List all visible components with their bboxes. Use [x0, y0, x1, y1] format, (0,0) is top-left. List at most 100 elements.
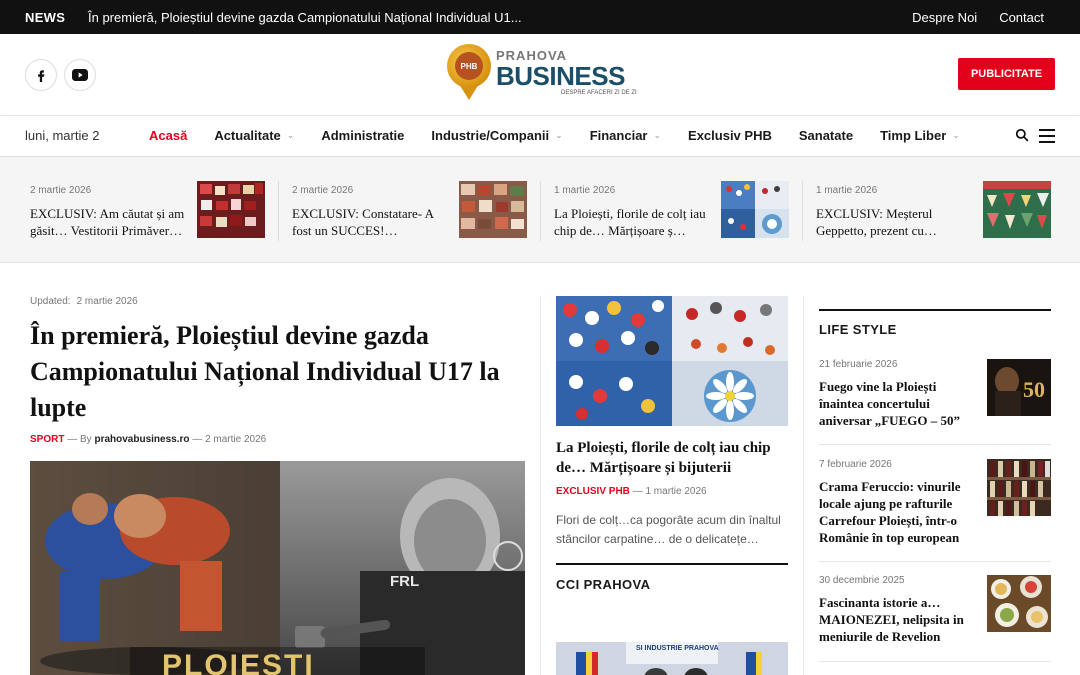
divider	[819, 561, 1051, 562]
youtube-icon	[72, 69, 88, 81]
top-links: Despre Noi Contact	[912, 10, 1044, 25]
nav-label: Exclusiv PHB	[688, 128, 772, 143]
post-title[interactable]: Crama Feruccio: vinurile locale ajung pe…	[819, 478, 977, 546]
post-thumbnail[interactable]	[721, 181, 789, 238]
post-title[interactable]: Fuego vine la Ploiești înaintea concertu…	[819, 378, 977, 429]
hero-shirt-text: FRL	[390, 573, 419, 590]
sidebar-post[interactable]: 7 februarie 2026 Crama Feruccio: vinuril…	[819, 459, 1051, 546]
article-title[interactable]: În premieră, Ploieștiul devine gazda Cam…	[30, 318, 525, 426]
column-divider	[803, 296, 804, 675]
cci-caption: SI INDUSTRIE PRAHOVA	[636, 645, 719, 652]
chevron-down-icon: ⌄	[555, 130, 563, 140]
divider	[819, 444, 1051, 445]
meta-separator: —	[67, 434, 81, 445]
divider	[819, 661, 1051, 662]
facebook-icon	[38, 70, 45, 82]
post-title[interactable]: Fascinanta istorie a… MAIONEZEI, nelipsi…	[819, 594, 977, 645]
updated-label: Updated:	[30, 296, 71, 307]
post-date: 1 martie 2026	[554, 185, 616, 196]
chevron-down-icon: ⌄	[286, 130, 295, 140]
despre-noi-link[interactable]: Despre Noi	[912, 10, 977, 25]
strip-post[interactable]: 2 martie 2026 EXCLUSIV: Constatare- A fo…	[292, 181, 528, 241]
nav-label: Administratie	[321, 128, 405, 143]
nav-item-industrie[interactable]: Industrie/Companii ⌄	[431, 128, 562, 143]
news-ticker-link[interactable]: În premieră, Ploieștiul devine gazda Cam…	[88, 10, 522, 25]
category-link[interactable]: EXCLUSIV PHB	[556, 486, 630, 497]
article-meta: EXCLUSIV PHB — 1 martie 2026	[556, 486, 788, 497]
youtube-button[interactable]	[64, 59, 96, 91]
nav-label: Financiar	[589, 128, 648, 143]
post-date: 1 martie 2026	[816, 185, 878, 196]
cci-article-image[interactable]: SI INDUSTRIE PRAHOVA	[556, 642, 788, 675]
post-thumbnail[interactable]	[459, 181, 527, 238]
divider	[278, 181, 279, 241]
nav-item-timp-liber[interactable]: Timp Liber ⌄	[880, 128, 960, 143]
chevron-down-icon: ⌄	[653, 130, 662, 140]
lifestyle-sidebar: LIFE STYLE 21 februarie 2026 Fuego vine …	[819, 309, 1051, 662]
strip-post[interactable]: 1 martie 2026 La Ploiești, florile de co…	[554, 181, 790, 241]
post-thumbnail[interactable]	[987, 575, 1051, 632]
category-link[interactable]: SPORT	[30, 434, 64, 445]
nav-menu: Acasă Actualitate ⌄ Administratie Industr…	[149, 128, 987, 143]
by-label: By	[80, 434, 92, 445]
latest-posts-strip: 2 martie 2026 EXCLUSIV: Am căutat și am …	[0, 157, 1080, 263]
article-date: 2 martie 2026	[205, 434, 267, 445]
chevron-down-icon: ⌄	[952, 130, 960, 140]
hero-image[interactable]: FRL PLOIEȘTI	[30, 461, 525, 675]
nav-item-acasa[interactable]: Acasă	[149, 128, 187, 143]
cci-illustration: SI INDUSTRIE PRAHOVA	[556, 642, 788, 675]
post-title[interactable]: La Ploiești, florile de colț iau chip de…	[554, 205, 712, 239]
main-nav: luni, martie 2 Acasă Actualitate ⌄ Admini…	[0, 116, 1080, 157]
updated-info: Updated: 2 martie 2026	[30, 296, 525, 307]
logo-business-text: BUSINESS	[496, 61, 625, 91]
strip-post[interactable]: 1 martie 2026 EXCLUSIV: Meșterul Geppett…	[816, 181, 1052, 241]
featured-article: Updated: 2 martie 2026 În premieră, Ploie…	[30, 296, 525, 675]
current-date: luni, martie 2	[25, 128, 100, 143]
post-title[interactable]: EXCLUSIV: Constatare- A fost un SUCCES!…	[292, 205, 450, 239]
post-thumbnail[interactable]	[983, 181, 1051, 238]
sidebar-post[interactable]: 21 februarie 2026 Fuego vine la Ploiești…	[819, 359, 1051, 429]
post-title[interactable]: EXCLUSIV: Meșterul Geppetto, prezent cu…	[816, 205, 974, 239]
post-thumbnail[interactable]	[987, 459, 1051, 516]
post-thumbnail[interactable]: 50	[987, 359, 1051, 416]
nav-item-exclusiv[interactable]: Exclusiv PHB	[688, 128, 772, 143]
section-heading-cci[interactable]: CCI PRAHOVA	[556, 563, 788, 592]
strip-post[interactable]: 2 martie 2026 EXCLUSIV: Am căutat și am …	[30, 181, 266, 241]
post-date: 2 martie 2026	[30, 185, 92, 196]
nav-label: Industrie/Companii	[431, 128, 550, 143]
site-header: PHB PRAHOVA BUSINESS DESPRE AFACERI ZI D…	[0, 34, 1080, 116]
article-title[interactable]: La Ploiești, florile de colț iau chip de…	[556, 438, 788, 478]
secondary-article: La Ploiești, florile de colț iau chip de…	[556, 296, 788, 675]
author-link[interactable]: prahovabusiness.ro	[94, 434, 189, 445]
sidebar-post[interactable]: 30 decembrie 2025 Fascinanta istorie a… …	[819, 575, 1051, 645]
nav-item-administratie[interactable]: Administratie	[321, 128, 404, 143]
post-thumbnail[interactable]	[197, 181, 265, 238]
nav-item-financiar[interactable]: Financiar ⌄	[590, 128, 661, 143]
site-logo[interactable]: PHB PRAHOVA BUSINESS DESPRE AFACERI ZI D…	[444, 42, 637, 106]
contact-link[interactable]: Contact	[999, 10, 1044, 25]
facebook-button[interactable]	[25, 59, 57, 91]
meta-separator: —	[192, 434, 206, 445]
nav-item-actualitate[interactable]: Actualitate ⌄	[214, 128, 294, 143]
nav-label: Sanatate	[798, 128, 854, 143]
divider	[540, 181, 541, 241]
divider	[802, 181, 803, 241]
hamburger-menu-icon[interactable]	[1039, 129, 1055, 147]
logo-tagline: DESPRE AFACERI ZI DE ZI	[561, 90, 637, 96]
nav-item-sanatate[interactable]: Sanatate	[799, 128, 853, 143]
svg-text:50: 50	[1023, 377, 1045, 402]
publicitate-button[interactable]: PUBLICITATE	[958, 58, 1055, 90]
search-icon[interactable]	[1015, 128, 1029, 147]
updated-date: 2 martie 2026	[76, 296, 138, 307]
marturisoare-illustration	[556, 296, 788, 426]
article-image[interactable]	[556, 296, 788, 426]
section-heading-life-style[interactable]: LIFE STYLE	[819, 309, 1051, 337]
nav-label: Acasă	[149, 128, 188, 143]
article-date: 1 martie 2026	[645, 486, 707, 497]
post-title[interactable]: EXCLUSIV: Am căutat și am găsit… Vestito…	[30, 205, 188, 239]
top-news-bar: NEWS În premieră, Ploieștiul devine gazd…	[0, 0, 1080, 34]
hero-illustration: FRL PLOIEȘTI	[30, 461, 525, 675]
news-label: NEWS	[25, 10, 66, 25]
post-date: 2 martie 2026	[292, 185, 354, 196]
article-meta: SPORT — By prahovabusiness.ro — 2 martie…	[30, 434, 525, 445]
